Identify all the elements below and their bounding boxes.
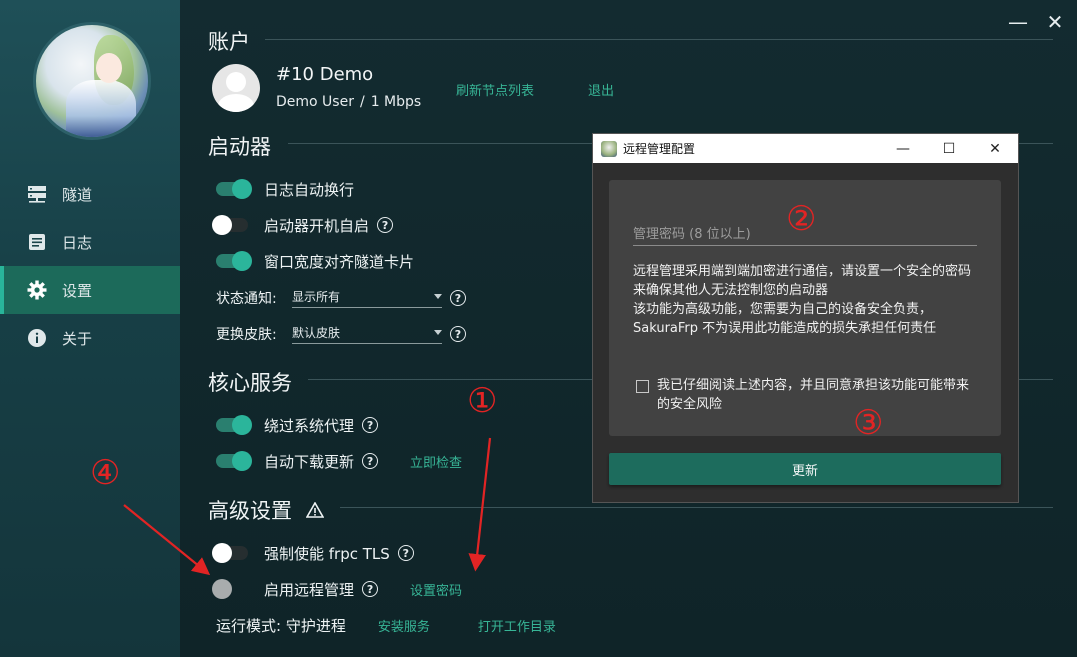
sidebar-item-settings[interactable]: 设置: [0, 266, 180, 314]
update-button[interactable]: 更新: [609, 453, 1001, 485]
notify-select-value: 显示所有: [292, 290, 341, 304]
sidebar-item-label: 日志: [62, 233, 93, 252]
setting-remote-mgmt: 启用远程管理 ? 设置密码: [212, 577, 462, 601]
setting-label: 启用远程管理: [264, 580, 355, 599]
help-icon[interactable]: ?: [362, 581, 379, 597]
setting-label: 自动下载更新: [264, 452, 355, 471]
setting-label: 绕过系统代理: [264, 416, 355, 435]
user-avatar: [212, 64, 260, 112]
setting-window-width: 窗口宽度对齐隧道卡片: [216, 249, 414, 273]
help-icon[interactable]: ?: [362, 417, 379, 433]
app-icon: [601, 140, 617, 157]
check-now-link[interactable]: 立即检查: [410, 452, 462, 471]
section-title-advanced: 高级设置: [208, 495, 324, 525]
sidebar-item-logs[interactable]: 日志: [0, 218, 180, 266]
account-speed: 1 Mbps: [370, 94, 422, 110]
set-password-link[interactable]: 设置密码: [410, 580, 462, 599]
bypass-proxy-toggle[interactable]: [216, 415, 252, 435]
sidebar: 隧道 日志 设置 关于: [0, 0, 180, 657]
sidebar-item-tunnels[interactable]: 隧道: [0, 170, 180, 218]
run-mode-label: 运行模式: 守护进程: [216, 616, 346, 635]
dialog-minimize-button[interactable]: —: [880, 134, 926, 163]
setting-label: 启动器开机自启: [264, 216, 370, 235]
sidebar-item-label: 隧道: [62, 185, 93, 204]
divider: [340, 507, 1053, 508]
skin-select-value: 默认皮肤: [292, 326, 341, 340]
section-title-launcher: 启动器: [208, 135, 271, 159]
annotation-marker-1: ①: [467, 381, 498, 421]
refresh-nodes-link[interactable]: 刷新节点列表: [456, 80, 534, 99]
annotation-marker-2: ②: [786, 199, 817, 239]
setting-label: 窗口宽度对齐隧道卡片: [264, 252, 415, 271]
remote-mgmt-toggle[interactable]: [212, 579, 248, 599]
help-icon[interactable]: ?: [397, 545, 414, 561]
dialog-titlebar: 远程管理配置 — ☐ ✕: [593, 134, 1018, 163]
setting-auto-update: 自动下载更新 ? 立即检查: [216, 449, 462, 473]
open-workdir-link[interactable]: 打开工作目录: [478, 616, 556, 635]
help-icon[interactable]: ?: [362, 453, 379, 469]
sidebar-item-label: 关于: [62, 329, 93, 348]
setting-label: 日志自动换行: [264, 180, 355, 199]
annotation-marker-3: ③: [853, 403, 884, 443]
agree-row: 我已仔细阅读上述内容，并且同意承担该功能可能带来的安全风险: [636, 376, 981, 414]
help-icon[interactable]: ?: [377, 217, 394, 233]
skin-select[interactable]: 默认皮肤: [292, 322, 442, 344]
warning-icon: [306, 502, 324, 518]
sidebar-item-label: 设置: [62, 281, 93, 300]
setting-autostart: 启动器开机自启 ?: [212, 213, 394, 237]
info-icon: [26, 327, 48, 349]
account-name: #10 Demo: [276, 64, 374, 85]
dialog-description: 远程管理采用端到端加密进行通信，请设置一个安全的密码来确保其他人无法控制您的启动…: [633, 264, 972, 336]
close-button[interactable]: ✕: [1043, 10, 1067, 34]
profile-avatar: [33, 22, 151, 140]
section-title-account: 账户: [208, 30, 250, 54]
dialog-maximize-button[interactable]: ☐: [926, 134, 972, 163]
notify-label: 状态通知:: [216, 291, 277, 307]
sidebar-nav: 隧道 日志 设置 关于: [0, 170, 180, 362]
notify-select[interactable]: 显示所有: [292, 286, 442, 308]
help-icon[interactable]: ?: [450, 326, 466, 342]
log-wrap-toggle[interactable]: [216, 179, 252, 199]
install-service-link[interactable]: 安装服务: [378, 616, 430, 635]
autostart-toggle[interactable]: [212, 215, 248, 235]
dialog-title: 远程管理配置: [623, 142, 696, 156]
dialog-close-button[interactable]: ✕: [972, 134, 1018, 163]
section-title-advanced-text: 高级设置: [208, 499, 292, 523]
divider: [265, 39, 1053, 40]
account-separator: /: [359, 94, 365, 110]
logout-link[interactable]: 退出: [588, 80, 614, 99]
setting-force-tls: 强制使能 frpc TLS ?: [212, 541, 414, 565]
account-info: Demo User / 1 Mbps: [276, 94, 421, 110]
gear-icon: [26, 279, 48, 301]
section-title-core: 核心服务: [208, 371, 292, 395]
setting-bypass-proxy: 绕过系统代理 ?: [216, 413, 379, 437]
log-icon: [26, 231, 48, 253]
setting-run-mode: 运行模式: 守护进程 安装服务 打开工作目录: [216, 613, 556, 637]
setting-label: 强制使能 frpc TLS: [264, 544, 390, 563]
account-user: Demo User: [276, 94, 354, 110]
auto-update-toggle[interactable]: [216, 451, 252, 471]
help-icon[interactable]: ?: [450, 290, 466, 306]
window-width-toggle[interactable]: [216, 251, 252, 271]
minimize-button[interactable]: —: [1006, 10, 1030, 34]
force-tls-toggle[interactable]: [212, 543, 248, 563]
sidebar-item-about[interactable]: 关于: [0, 314, 180, 362]
remote-mgmt-dialog: 远程管理配置 — ☐ ✕ 管理密码 (8 位以上) 远程管理采用端到端加密进行通…: [593, 134, 1018, 502]
skin-label: 更换皮肤:: [216, 327, 277, 343]
agree-checkbox[interactable]: [636, 380, 649, 393]
annotation-marker-4: ④: [90, 453, 121, 493]
server-icon: [26, 183, 48, 205]
chevron-down-icon: [434, 294, 442, 299]
chevron-down-icon: [434, 330, 442, 335]
setting-log-wrap: 日志自动换行: [216, 177, 354, 201]
agree-label: 我已仔细阅读上述内容，并且同意承担该功能可能带来的安全风险: [657, 378, 970, 412]
